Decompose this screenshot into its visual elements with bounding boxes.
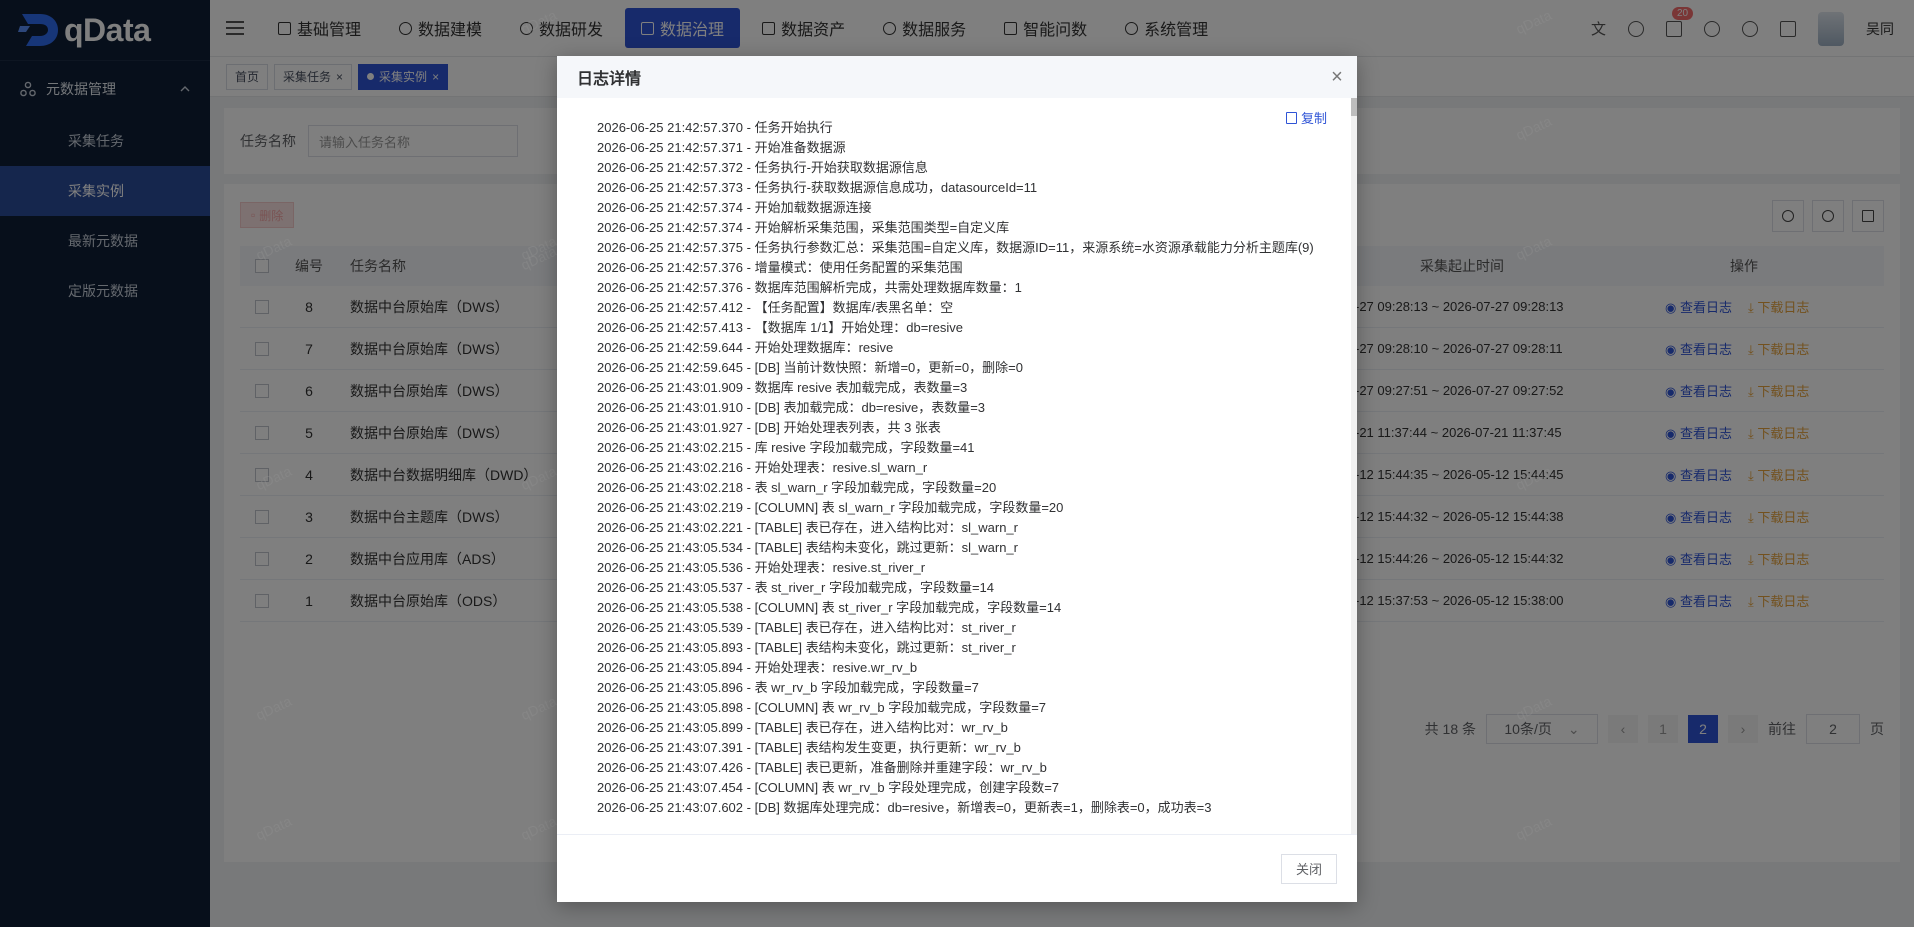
log-line: 2026-06-25 21:42:57.413 - 【数据库 1/1】开始处理：… — [597, 320, 963, 335]
log-line: 2026-06-25 21:43:05.898 - [COLUMN] 表 wr_… — [597, 700, 1047, 715]
log-line: 2026-06-25 21:43:07.426 - [TABLE] 表已更新，准… — [597, 760, 1047, 775]
scroll-thumb[interactable] — [1351, 98, 1357, 116]
log-line: 2026-06-25 21:42:59.644 - 开始处理数据库：resive — [597, 340, 894, 355]
log-line: 2026-06-25 21:43:07.602 - [DB] 数据库处理完成：d… — [597, 800, 1212, 815]
close-icon[interactable]: × — [1317, 56, 1357, 98]
log-line: 2026-06-25 21:43:01.927 - [DB] 开始处理表列表，共… — [597, 420, 941, 435]
log-line: 2026-06-25 21:42:57.373 - 任务执行-获取数据源信息成功… — [597, 180, 1038, 195]
log-content: 2026-06-25 21:42:57.370 - 任务开始执行 2026-06-… — [597, 118, 1317, 818]
log-line: 2026-06-25 21:42:57.412 - 【任务配置】数据库/表黑名单… — [597, 300, 954, 315]
log-line: 2026-06-25 21:43:05.899 - [TABLE] 表已存在，进… — [597, 720, 1008, 735]
log-line: 2026-06-25 21:43:05.893 - [TABLE] 表结构未变化… — [597, 640, 1016, 655]
log-line: 2026-06-25 21:42:57.374 - 开始加载数据源连接 — [597, 200, 872, 215]
log-line: 2026-06-25 21:43:05.894 - 开始处理表：resive.w… — [597, 660, 918, 675]
log-line: 2026-06-25 21:42:59.645 - [DB] 当前计数快照：新增… — [597, 360, 1023, 375]
close-button[interactable]: 关闭 — [1280, 853, 1337, 884]
log-line: 2026-06-25 21:42:57.371 - 开始准备数据源 — [597, 140, 846, 155]
log-line: 2026-06-25 21:43:07.454 - [COLUMN] 表 wr_… — [597, 780, 1060, 795]
log-line: 2026-06-25 21:43:01.910 - [DB] 表加载完成：db=… — [597, 400, 986, 415]
log-line: 2026-06-25 21:43:05.536 - 开始处理表：resive.s… — [597, 560, 926, 575]
dialog-body: 复制 2026-06-25 21:42:57.370 - 任务开始执行 2026-… — [557, 98, 1357, 834]
log-line: 2026-06-25 21:43:05.539 - [TABLE] 表已存在，进… — [597, 620, 1016, 635]
log-line: 2026-06-25 21:43:05.534 - [TABLE] 表结构未变化… — [597, 540, 1018, 555]
log-line: 2026-06-25 21:43:05.537 - 表 st_river_r 字… — [597, 580, 995, 595]
log-line: 2026-06-25 21:42:57.370 - 任务开始执行 — [597, 120, 833, 135]
log-line: 2026-06-25 21:42:57.375 - 任务执行参数汇总：采集范围=… — [597, 240, 1314, 255]
log-line: 2026-06-25 21:42:57.376 - 数据库范围解析完成，共需处理… — [597, 280, 1022, 295]
log-line: 2026-06-25 21:43:02.216 - 开始处理表：resive.s… — [597, 460, 928, 475]
log-line: 2026-06-25 21:42:57.372 - 任务执行-开始获取数据源信息 — [597, 160, 928, 175]
log-line: 2026-06-25 21:43:02.219 - [COLUMN] 表 sl_… — [597, 500, 1064, 515]
log-line: 2026-06-25 21:42:57.376 - 增量模式：使用任务配置的采集… — [597, 260, 963, 275]
log-line: 2026-06-25 21:43:01.909 - 数据库 resive 表加载… — [597, 380, 968, 395]
log-scrollbar[interactable] — [1351, 98, 1357, 834]
dialog-title: 日志详情 — [577, 71, 642, 88]
log-line: 2026-06-25 21:43:02.221 - [TABLE] 表已存在，进… — [597, 520, 1018, 535]
log-line: 2026-06-25 21:43:05.896 - 表 wr_rv_b 字段加载… — [597, 680, 979, 695]
log-line: 2026-06-25 21:42:57.374 - 开始解析采集范围，采集范围类… — [597, 220, 1010, 235]
log-line: 2026-06-25 21:43:05.538 - [COLUMN] 表 st_… — [597, 600, 1062, 615]
log-line: 2026-06-25 21:43:02.215 - 库 resive 字段加载完… — [597, 440, 975, 455]
log-detail-dialog: 日志详情 × 复制 2026-06-25 21:42:57.370 - 任务开始… — [557, 56, 1357, 902]
log-line: 2026-06-25 21:43:07.391 - [TABLE] 表结构发生变… — [597, 740, 1021, 755]
log-line: 2026-06-25 21:43:02.218 - 表 sl_warn_r 字段… — [597, 480, 997, 495]
dialog-header: 日志详情 × — [557, 56, 1357, 98]
dialog-footer: 关闭 — [557, 834, 1357, 902]
